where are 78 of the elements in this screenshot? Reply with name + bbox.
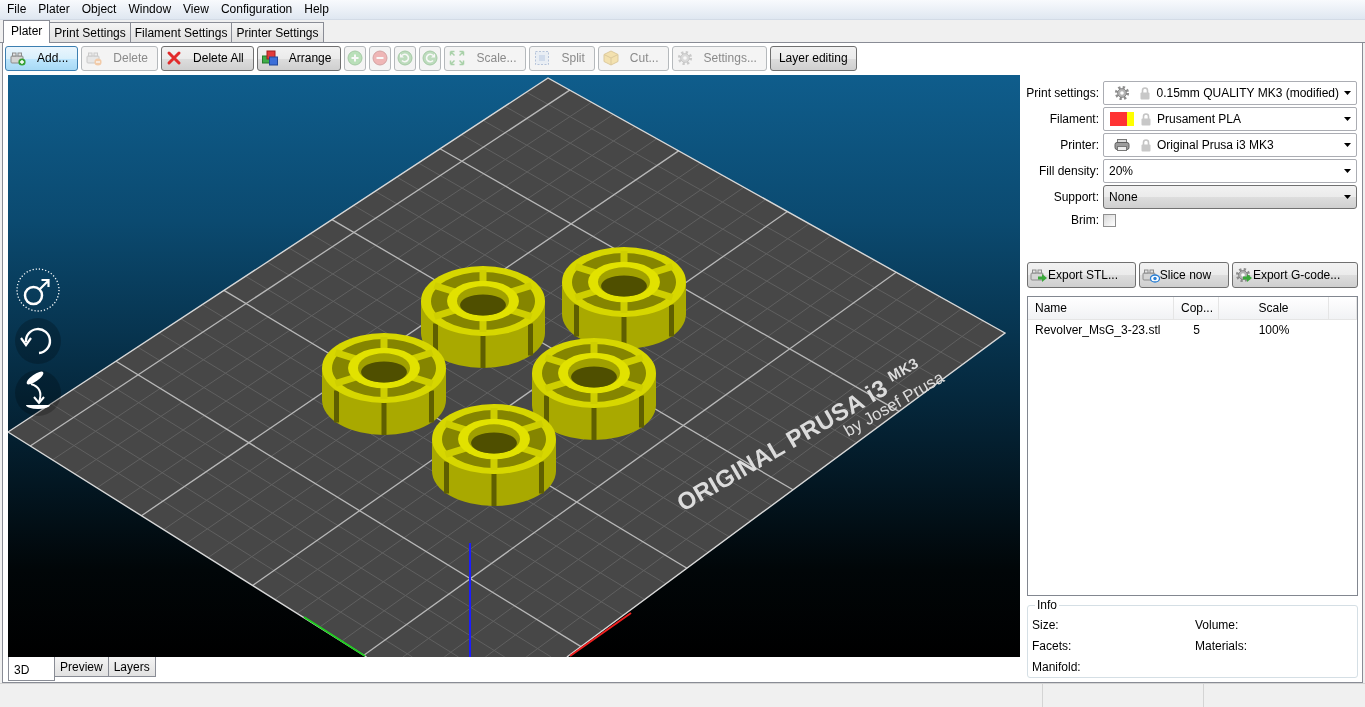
menu-item[interactable]: Help bbox=[298, 0, 335, 19]
column-header[interactable]: Scale bbox=[1219, 297, 1329, 319]
ring-part[interactable] bbox=[532, 338, 656, 440]
field-label: Brim: bbox=[1070, 213, 1099, 227]
export-gcode-button[interactable]: Export G-code... bbox=[1231, 262, 1358, 288]
tab[interactable]: Layers bbox=[107, 657, 156, 677]
menu-item[interactable]: View bbox=[177, 0, 215, 19]
dropdown-arrow-icon bbox=[1344, 117, 1351, 121]
export-stl-button[interactable]: Export STL... bbox=[1027, 262, 1136, 288]
dropdown[interactable]: None bbox=[1103, 185, 1357, 209]
expand-arrows-icon bbox=[449, 50, 466, 66]
dropdown-arrow-icon bbox=[1344, 195, 1351, 199]
dropdown-arrow-icon bbox=[1344, 91, 1351, 95]
field-label: Fill density: bbox=[1037, 164, 1099, 178]
brick-plus-icon bbox=[10, 50, 26, 66]
minus-icon bbox=[372, 50, 389, 66]
info-label: Manifold: bbox=[1032, 659, 1082, 674]
ring-part[interactable] bbox=[421, 266, 545, 368]
cube-icon bbox=[602, 50, 619, 66]
info-label: Volume: bbox=[1195, 617, 1240, 632]
field-label: Filament: bbox=[1048, 112, 1099, 126]
menu-item[interactable]: Plater bbox=[32, 0, 76, 19]
cross-icon bbox=[166, 50, 183, 66]
slice-button[interactable]: Slice now bbox=[1138, 262, 1229, 288]
printer-icon bbox=[1114, 137, 1130, 153]
lock-icon bbox=[1139, 86, 1152, 100]
dotted-squares-icon bbox=[534, 50, 551, 66]
menu-item[interactable]: Configuration bbox=[214, 0, 299, 19]
settings-icon bbox=[676, 50, 693, 66]
info-label: Materials: bbox=[1195, 638, 1248, 653]
field-label: Printer: bbox=[1059, 138, 1099, 152]
combo-box[interactable]: 20% bbox=[1103, 159, 1357, 183]
tab[interactable]: Preview bbox=[54, 657, 109, 677]
tab[interactable]: Print Settings bbox=[49, 22, 131, 42]
plus-icon bbox=[347, 50, 364, 66]
rotate-icon[interactable] bbox=[15, 318, 61, 364]
menu-item[interactable]: File bbox=[1, 0, 33, 19]
add-button[interactable]: Add... bbox=[5, 45, 79, 71]
column-header[interactable]: Name bbox=[1028, 297, 1174, 319]
ring-part[interactable] bbox=[562, 247, 686, 349]
dropdown-arrow-icon bbox=[1344, 169, 1351, 173]
ring-part[interactable] bbox=[322, 333, 446, 435]
table-row[interactable]: Revolver_MsG_3-23.stl 5 100% bbox=[1028, 320, 1357, 340]
preset-dropdown[interactable]: Original Prusa i3 MK3 bbox=[1103, 133, 1357, 157]
brick-minus-icon bbox=[86, 50, 103, 66]
info-label: Facets: bbox=[1032, 638, 1073, 653]
rotate-right-icon bbox=[422, 50, 439, 66]
arrange-button[interactable]: Arrange bbox=[256, 45, 342, 71]
brick-arrow-icon bbox=[1030, 267, 1048, 283]
lock-icon bbox=[1140, 112, 1152, 126]
ring-part[interactable] bbox=[432, 404, 556, 506]
brick-eye-icon bbox=[1141, 267, 1160, 283]
tab[interactable]: Plater bbox=[3, 20, 51, 43]
field-label: Print settings: bbox=[1025, 86, 1099, 100]
table-cell-text: 5 bbox=[1192, 323, 1201, 337]
table-cell-text: 100% bbox=[1257, 323, 1291, 337]
tab[interactable]: Printer Settings bbox=[231, 22, 324, 42]
menu-item[interactable]: Object bbox=[75, 0, 123, 19]
delete-all-button[interactable]: Delete All bbox=[161, 45, 254, 71]
dropdown-arrow-icon bbox=[1344, 143, 1351, 147]
layer-editing-button[interactable]: Layer editing bbox=[769, 45, 857, 71]
field-label: Support: bbox=[1052, 190, 1099, 204]
checkbox[interactable] bbox=[1103, 213, 1116, 227]
axis-line bbox=[303, 616, 366, 657]
lock-icon bbox=[1140, 138, 1152, 152]
group-title: Info bbox=[1036, 598, 1058, 612]
menu-item[interactable]: Window bbox=[122, 0, 178, 19]
info-label: Size: bbox=[1032, 617, 1060, 632]
preset-dropdown[interactable]: Prusament PLA bbox=[1103, 107, 1357, 131]
axis-line bbox=[569, 612, 632, 657]
settings-icon bbox=[1113, 85, 1130, 101]
tab[interactable]: 3D bbox=[8, 657, 55, 681]
tab[interactable]: Filament Settings bbox=[129, 22, 233, 42]
preset-dropdown[interactable]: 0.15mm QUALITY MK3 (modified) bbox=[1103, 81, 1357, 105]
cubes-icon bbox=[261, 50, 278, 66]
table-cell-text: Revolver_MsG_3-23.stl bbox=[1034, 323, 1162, 337]
column-header[interactable]: Cop... bbox=[1174, 297, 1219, 319]
rotate-left-icon bbox=[397, 50, 414, 66]
